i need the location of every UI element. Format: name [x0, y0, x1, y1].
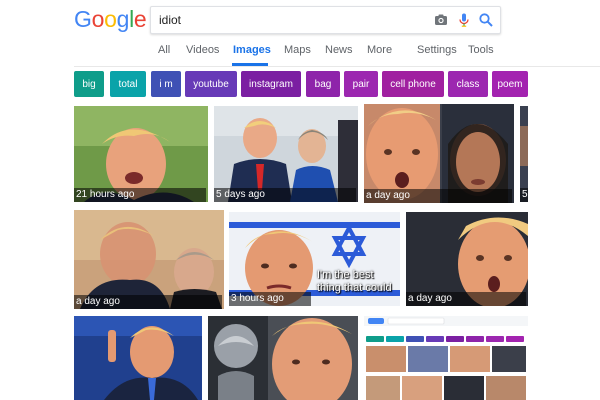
result-thumbnail — [364, 316, 528, 400]
image-result[interactable] — [74, 316, 202, 400]
meme-text-line: thing that could — [317, 282, 392, 294]
meme-text-line: I'm the best — [317, 269, 374, 281]
logo-letter: g — [116, 6, 130, 32]
chip-label: i m — [159, 78, 173, 90]
image-result[interactable]: 5 days ago — [214, 106, 358, 202]
chip-label: cell phone — [390, 78, 436, 90]
search-box[interactable] — [150, 6, 501, 34]
chip-label: bag — [314, 78, 332, 90]
tab-divider — [74, 66, 600, 67]
logo-letter: o — [91, 6, 105, 32]
chip-label: youtube — [193, 78, 229, 90]
image-result[interactable]: 21 hours ago — [74, 106, 208, 202]
chip-poem[interactable]: poem — [492, 71, 528, 97]
image-result[interactable]: a day ago — [74, 210, 224, 309]
chip-cell-phone[interactable]: cell phone — [382, 71, 444, 97]
chip-class[interactable]: class — [448, 71, 488, 97]
image-result[interactable]: a day ago — [406, 212, 528, 306]
tab-all[interactable]: All — [158, 44, 170, 56]
tab-images[interactable]: Images — [233, 44, 271, 56]
chip-label: big — [82, 78, 96, 90]
chip-youtube[interactable]: youtube — [185, 71, 237, 97]
chip-pair[interactable]: pair — [344, 71, 378, 97]
result-caption: a day ago — [406, 292, 526, 306]
logo-letter: e — [133, 6, 147, 32]
tab-settings[interactable]: Settings — [417, 44, 457, 56]
image-result[interactable]: I'm the best thing that could 3 hours ag… — [229, 212, 400, 306]
tab-tools[interactable]: Tools — [468, 44, 494, 56]
tab-news[interactable]: News — [325, 44, 353, 56]
search-icon[interactable] — [478, 12, 494, 28]
result-caption: 5 — [520, 188, 528, 202]
google-logo[interactable]: Google — [74, 6, 147, 33]
result-caption: 3 hours ago — [229, 292, 311, 306]
logo-letter: o — [104, 6, 117, 32]
chip-label: pair — [352, 78, 370, 90]
chip-bag[interactable]: bag — [306, 71, 340, 97]
chip-instagram[interactable]: instagram — [241, 71, 301, 97]
image-result[interactable]: a day ago — [364, 104, 514, 203]
result-caption: a day ago — [74, 295, 222, 309]
logo-letter: G — [74, 6, 92, 32]
image-result[interactable] — [364, 316, 528, 400]
result-thumbnail — [74, 316, 202, 400]
camera-icon[interactable] — [433, 12, 449, 28]
search-input[interactable] — [159, 11, 419, 29]
tab-more[interactable]: More — [367, 44, 392, 56]
result-caption: 21 hours ago — [74, 188, 206, 202]
result-caption: a day ago — [364, 189, 512, 203]
chip-label: instagram — [249, 78, 293, 90]
result-thumbnail — [208, 316, 358, 400]
chip-label: total — [118, 78, 138, 90]
tab-videos[interactable]: Videos — [186, 44, 219, 56]
chip-big[interactable]: big — [74, 71, 104, 97]
result-caption: 5 days ago — [214, 188, 356, 202]
microphone-icon[interactable] — [456, 12, 472, 28]
image-result[interactable] — [208, 316, 358, 400]
chip-label: poem — [497, 78, 523, 90]
image-result[interactable]: 5 — [520, 106, 528, 202]
tab-maps[interactable]: Maps — [284, 44, 311, 56]
chip-label: class — [456, 78, 480, 90]
chip-i-m[interactable]: i m — [151, 71, 181, 97]
chip-total[interactable]: total — [110, 71, 146, 97]
